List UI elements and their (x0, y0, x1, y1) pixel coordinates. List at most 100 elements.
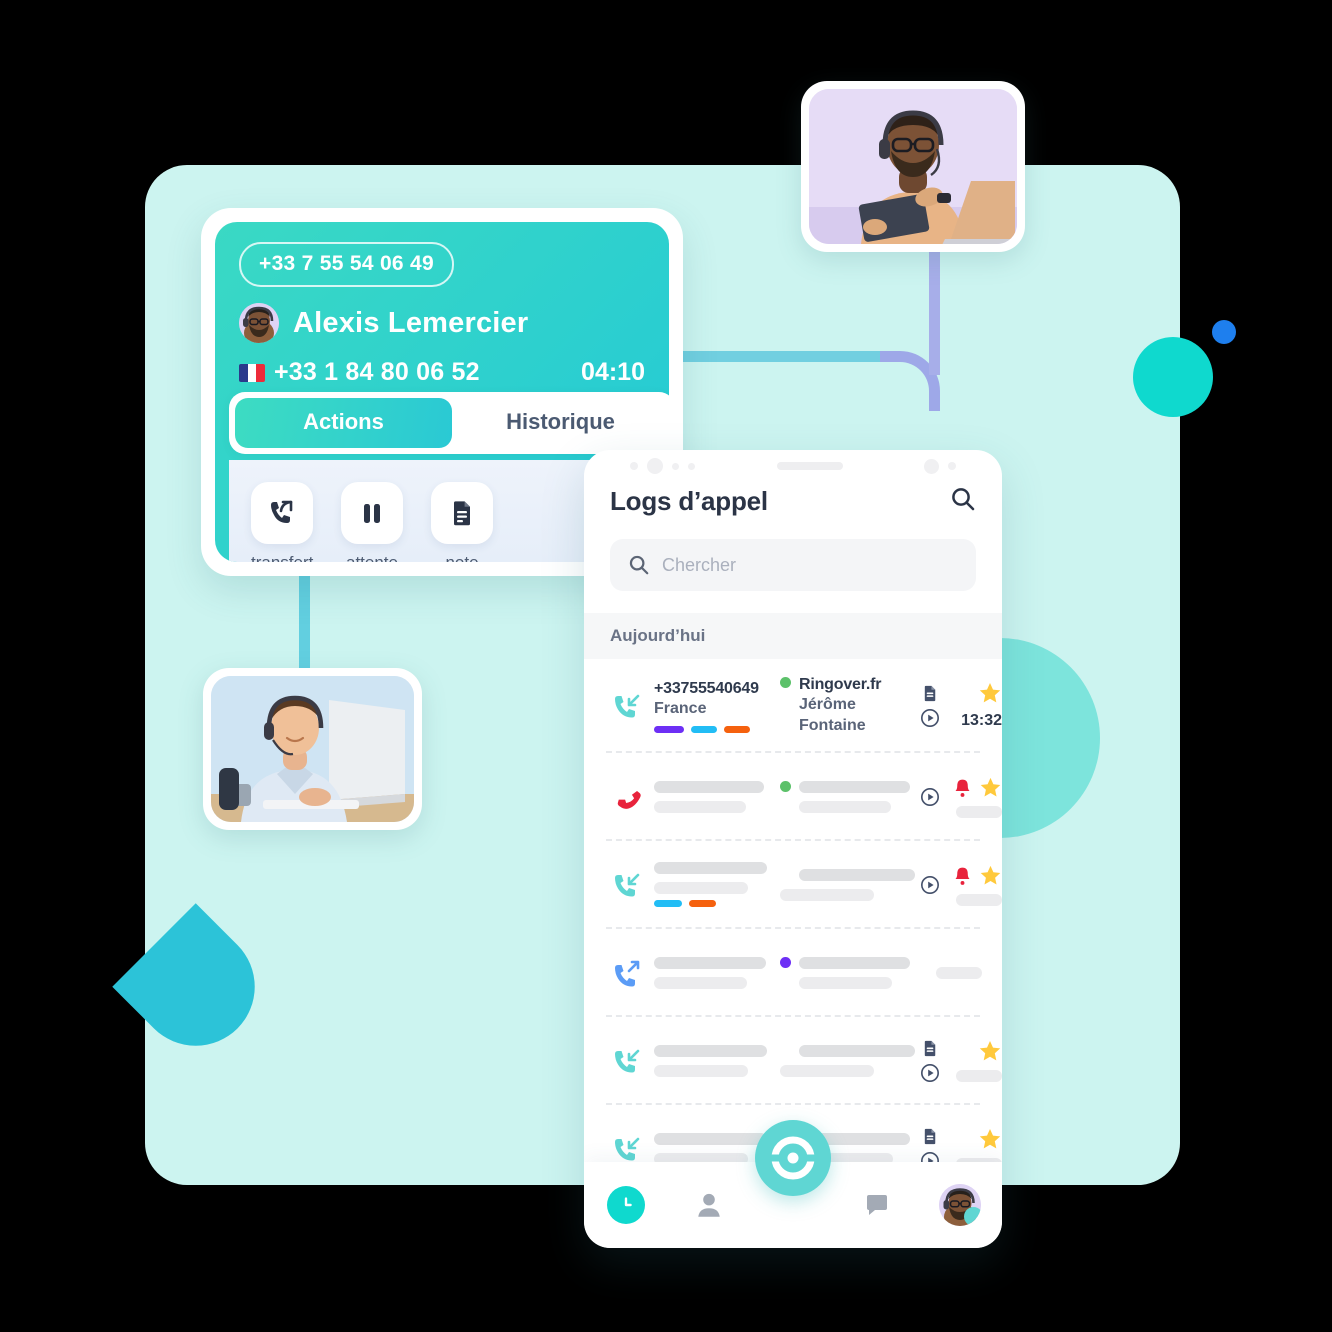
row-number-cell (654, 862, 770, 908)
clock-history-icon (606, 1186, 645, 1224)
row-contact-cell (780, 780, 910, 813)
contacts-person-icon (698, 1193, 721, 1217)
row-number-cell (654, 956, 770, 989)
tag (724, 725, 750, 733)
contact-site-row: Ringover.fr (780, 675, 910, 695)
call-timer: 04:10 (581, 358, 645, 386)
action-transfert[interactable]: transfert (251, 482, 313, 562)
star-icon[interactable] (978, 1127, 1002, 1151)
table-row[interactable] (606, 929, 982, 1017)
row-meta: 13:32 (950, 681, 1002, 730)
table-row[interactable] (606, 1017, 1002, 1105)
status-dot (780, 781, 791, 793)
table-row[interactable]: +33755540649 France Ringover.fr Jérôme F… (606, 659, 1002, 753)
call-incoming-icon (610, 1134, 644, 1164)
call-incoming-icon (610, 691, 644, 721)
call-incoming-icon (610, 1046, 644, 1076)
bell-reminder-icon[interactable] (952, 777, 973, 798)
dialed-number-pill: +33 7 55 54 06 49 (239, 242, 455, 287)
sensor-dot (688, 462, 695, 470)
search-placeholder: Chercher (662, 554, 737, 575)
tab-call-logs[interactable] (584, 1186, 668, 1224)
note-document-icon[interactable] (921, 1039, 940, 1058)
play-recording-icon[interactable] (920, 1063, 940, 1083)
status-dot (780, 957, 791, 969)
decorative-circle-blue (1212, 320, 1236, 344)
speaker-grill (776, 462, 843, 470)
star-icon[interactable] (978, 1039, 1002, 1063)
row-action-icons (920, 875, 940, 895)
row-number-cell (654, 1044, 770, 1077)
row-meta (930, 966, 982, 979)
call-outgoing-icon (610, 958, 644, 988)
user-avatar-icon (239, 303, 279, 343)
tag (691, 725, 717, 733)
row-action-icons (920, 787, 940, 807)
sensor-dot (672, 462, 679, 470)
search-icon[interactable] (950, 486, 976, 517)
call-transfer-icon (271, 500, 293, 523)
star-icon[interactable] (979, 864, 1002, 887)
avatar (239, 303, 279, 343)
note-document-icon[interactable] (921, 1127, 940, 1146)
action-label: attente (341, 553, 403, 562)
decorative-circle-teal (1133, 337, 1213, 417)
caller-row: Alexis Lemercier (239, 303, 645, 343)
search-icon (629, 555, 649, 575)
action-attente[interactable]: attente (341, 482, 403, 562)
row-action-icons (920, 684, 940, 728)
call-tabs: Actions Historique (229, 392, 669, 454)
call-tags (654, 725, 770, 733)
connector-line-horizontal (660, 351, 890, 362)
section-header-today: Aujourd’hui (584, 613, 1002, 659)
note-document-icon (454, 501, 470, 526)
row-contact-cell: Ringover.fr Jérôme Fontaine (780, 675, 910, 737)
row-contact-cell (780, 956, 910, 989)
row-meta (950, 864, 1002, 906)
chat-bubble-icon (866, 1195, 887, 1215)
call-logs-phone-panel: Logs d’appel Chercher Aujourd’hui +33755… (584, 450, 1002, 1248)
call-tags (654, 900, 770, 908)
star-icon[interactable] (978, 681, 1002, 705)
contact-name: Jérôme Fontaine (799, 696, 866, 734)
phone-header: Logs d’appel (584, 482, 1002, 517)
contact-site: Ringover.fr (799, 676, 882, 693)
row-contact-cell (780, 868, 915, 901)
action-label: note (431, 553, 493, 562)
action-note[interactable]: note (431, 482, 493, 562)
illustration-stage: +33 7 55 54 06 49 Alexis Lemercier +33 1… (0, 0, 1332, 1332)
row-number-cell (654, 1132, 770, 1165)
call-incoming-icon (610, 870, 644, 900)
caller-number: +33 1 84 80 06 52 (274, 358, 480, 386)
play-recording-icon[interactable] (920, 787, 940, 807)
play-recording-icon[interactable] (920, 708, 940, 728)
france-flag-icon (239, 363, 265, 382)
call-number: +33755540649 (654, 679, 759, 697)
note-document-icon[interactable] (921, 684, 940, 703)
table-row[interactable] (606, 753, 1002, 841)
phone-status-bar (584, 450, 1002, 482)
caller-name: Alexis Lemercier (293, 306, 529, 339)
play-recording-icon[interactable] (920, 875, 940, 895)
sensor-dot (630, 462, 638, 470)
action-label: transfert (251, 553, 313, 562)
star-icon[interactable] (979, 776, 1002, 799)
tab-profile[interactable] (918, 1184, 1002, 1226)
camera-dot (924, 458, 939, 474)
tag (654, 725, 684, 733)
user-avatar-icon (939, 1184, 982, 1226)
tab-messages[interactable] (835, 1191, 919, 1219)
call-time: 13:32 (961, 712, 1002, 730)
ringover-dial-icon[interactable] (755, 1120, 831, 1196)
tab-contacts[interactable] (668, 1190, 752, 1220)
tab-historique[interactable]: Historique (452, 398, 669, 448)
page-title: Logs d’appel (610, 486, 768, 516)
bell-reminder-icon[interactable] (952, 865, 973, 886)
pause-icon (364, 504, 380, 523)
tab-actions[interactable]: Actions (235, 398, 452, 448)
row-meta (950, 1039, 1002, 1083)
search-input[interactable]: Chercher (610, 539, 976, 591)
table-row[interactable] (606, 841, 1002, 929)
row-contact-cell (780, 1044, 915, 1077)
agent-with-laptop-illustration (809, 89, 1017, 244)
